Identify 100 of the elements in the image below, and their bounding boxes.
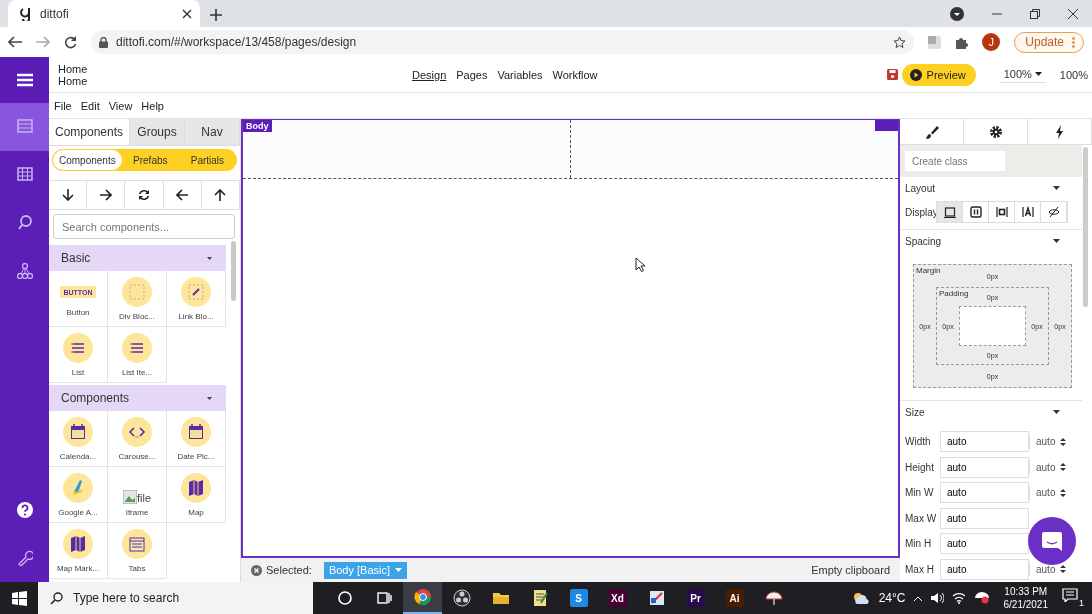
chat-button[interactable] [1028, 517, 1076, 565]
size-field[interactable]: auto [940, 482, 1029, 503]
segment-option[interactable]: Prefabs [121, 150, 179, 170]
tabs-icon [121, 528, 153, 560]
component-tile[interactable]: Calenda... [49, 411, 108, 467]
component-tile[interactable]: Div Bloc... [108, 271, 167, 327]
clear-icon[interactable] [251, 564, 262, 576]
section-header[interactable]: Components [49, 385, 226, 411]
tab-title: dittofi [40, 6, 70, 21]
panel-tab[interactable]: Nav [185, 119, 240, 145]
nav-link[interactable]: Workflow [552, 68, 598, 81]
scrollbar [231, 241, 236, 301]
save-icon[interactable] [886, 69, 898, 80]
clipboard-status: Empty clipboard [811, 564, 890, 576]
search-field[interactable]: Search components... [53, 214, 235, 239]
address-bar[interactable]: dittofi.com/#/workspace/13/458/pages/design [91, 30, 915, 54]
component-tile[interactable]: file Iframe [108, 467, 167, 523]
component-tile[interactable]: Link Blo... [167, 271, 226, 327]
caret-icon [1053, 410, 1060, 414]
component-tile[interactable]: Tabs [108, 523, 167, 579]
taskbar-app[interactable]: Ai [715, 582, 754, 614]
preview-button[interactable]: Preview [901, 63, 976, 86]
nav-link[interactable]: Variables [497, 68, 543, 81]
taskbar-app[interactable]: Xd [598, 582, 637, 614]
component-tile[interactable]: Map Mark... [49, 523, 108, 579]
element-handle[interactable] [875, 120, 898, 131]
section-header[interactable]: Layout [900, 177, 1082, 199]
taskbar-search[interactable]: Type here to search [38, 582, 313, 614]
panel-tab[interactable]: Groups [130, 119, 186, 145]
margin-label: Margin [915, 265, 942, 276]
browser-tab[interactable]: dittofi [8, 0, 200, 27]
tile-label: List [71, 368, 85, 377]
component-tile[interactable]: Carouse... [108, 411, 167, 467]
speaker-icon[interactable] [929, 592, 944, 604]
wrench-icon[interactable] [16, 550, 33, 566]
help-icon[interactable] [16, 502, 33, 518]
size-field[interactable]: auto [940, 431, 1029, 452]
calendar-icon [62, 416, 94, 448]
star-icon[interactable] [893, 35, 907, 49]
display-label: Display [905, 206, 936, 218]
size-field[interactable]: auto [940, 507, 1029, 529]
close-icon[interactable] [182, 8, 192, 19]
close-icon[interactable] [1068, 8, 1078, 19]
component-tile[interactable]: Map [167, 467, 226, 523]
section-header[interactable]: Size [900, 401, 1082, 423]
menu-item[interactable]: Edit [80, 99, 100, 112]
back-icon[interactable] [8, 36, 22, 48]
tile-label: Carouse... [118, 452, 156, 461]
segment-option[interactable]: Components [53, 150, 122, 170]
taskbar-app[interactable]: Pr [676, 582, 715, 614]
taskbar-app[interactable] [403, 582, 442, 614]
search-placeholder: Type here to search [73, 591, 180, 605]
segment-option[interactable]: Partials [178, 150, 236, 170]
caret-icon [1053, 186, 1060, 190]
caret-icon [207, 256, 212, 260]
tile-label: List Ite... [121, 368, 153, 377]
new-tab-icon[interactable] [210, 9, 222, 21]
nav-link[interactable]: Pages [456, 68, 488, 81]
zoom-dropdown[interactable]: 100% [999, 66, 1046, 83]
size-field[interactable]: auto [940, 456, 1029, 478]
size-field[interactable]: auto [940, 533, 1029, 554]
arrow-left-icon [176, 189, 189, 201]
wifi-icon[interactable] [951, 592, 966, 604]
avatar[interactable]: J [982, 33, 1001, 51]
profile-dropdown-icon[interactable] [950, 6, 964, 21]
size-label: Min W [905, 487, 935, 498]
clock-time: 10:33 PM [1004, 585, 1048, 598]
section-header[interactable]: Basic [49, 245, 226, 271]
component-tile[interactable]: List Ite... [108, 327, 167, 383]
unit-dropdown[interactable]: auto [1029, 434, 1072, 449]
breadcrumb-text: Home [58, 62, 89, 75]
restore-icon[interactable] [1030, 8, 1040, 19]
component-tile[interactable]: List [49, 327, 108, 383]
umbrella-icon [764, 589, 783, 607]
nav-link[interactable]: Design [412, 68, 447, 81]
menu-item[interactable]: File [54, 99, 72, 112]
notification-button[interactable]: 1 [1062, 588, 1084, 608]
caret-icon [1034, 72, 1042, 76]
chevron-up-icon[interactable] [913, 595, 922, 601]
update-button[interactable]: Update [1014, 31, 1084, 53]
size-field[interactable]: auto [940, 558, 1029, 580]
unit-dropdown[interactable]: auto [1029, 460, 1072, 474]
reload-icon[interactable] [64, 35, 77, 49]
sort-icon [1060, 463, 1067, 471]
app-logo-icon: Ai [725, 589, 744, 607]
component-tile[interactable]: Date Pic... [167, 411, 226, 467]
windows-icon[interactable] [11, 590, 27, 606]
menu-icon[interactable] [16, 73, 33, 87]
unit-dropdown[interactable]: auto [1029, 485, 1072, 500]
selected-label: Selected: [266, 564, 312, 576]
display-option[interactable] [937, 202, 963, 222]
taskbar-app[interactable]: S [559, 582, 598, 614]
puzzle-icon[interactable] [955, 35, 969, 49]
url-text: dittofi.com/#/workspace/13/458/pages/design [116, 35, 358, 49]
component-tile[interactable]: Google A... [49, 467, 108, 523]
task-view-icon [374, 589, 393, 607]
menu-item[interactable]: Help [141, 99, 164, 112]
menu-item[interactable]: View [108, 99, 133, 112]
section-header[interactable]: Spacing [900, 230, 1082, 252]
class-field[interactable]: Create class [905, 151, 1005, 171]
